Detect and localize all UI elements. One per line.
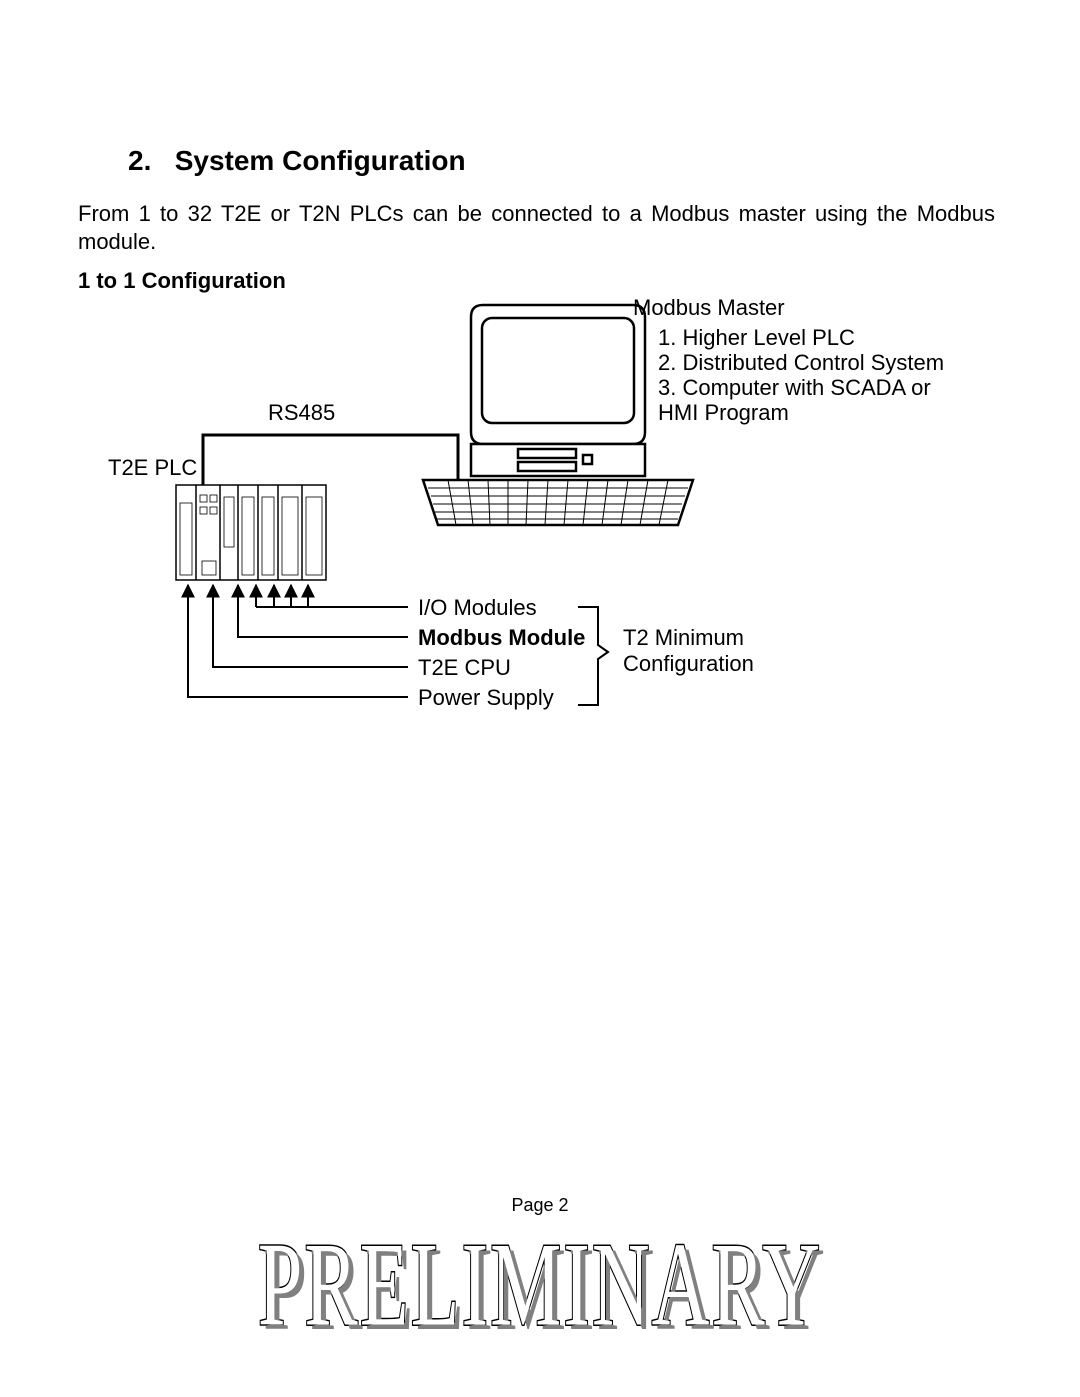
- plc-label: T2E PLC: [108, 455, 197, 480]
- master-list-2: 2. Distributed Control System: [658, 350, 944, 375]
- system-diagram: Modbus Master 1. Higher Level PLC 2. Dis…: [78, 285, 998, 715]
- master-title: Modbus Master: [633, 295, 785, 320]
- rs485-label: RS485: [268, 400, 335, 425]
- master-list-4: HMI Program: [658, 400, 789, 425]
- intro-paragraph: From 1 to 32 T2E or T2N PLCs can be conn…: [78, 200, 995, 255]
- t2e-cpu-label: T2E CPU: [418, 655, 511, 680]
- modbus-module-label: Modbus Module: [418, 625, 585, 650]
- computer-icon: [423, 305, 693, 525]
- document-page: 2. System Configuration From 1 to 32 T2E…: [0, 0, 1080, 1397]
- section-title-text: System Configuration: [175, 145, 466, 176]
- watermark-text-fill: PRELIMINARY: [258, 1218, 822, 1355]
- plc-rack-icon: [176, 485, 326, 580]
- page-number: Page 2: [0, 1195, 1080, 1216]
- preliminary-watermark: PRELIMINARY PRELIMINARY: [0, 1218, 1080, 1309]
- section-number: 2.: [128, 145, 151, 176]
- group-label-1: T2 Minimum: [623, 625, 744, 650]
- master-list-3: 3. Computer with SCADA or: [658, 375, 931, 400]
- master-list-1: 1. Higher Level PLC: [658, 325, 855, 350]
- section-heading: 2. System Configuration: [128, 145, 466, 177]
- io-modules-label: I/O Modules: [418, 595, 537, 620]
- power-supply-label: Power Supply: [418, 685, 554, 710]
- group-label-2: Configuration: [623, 651, 754, 676]
